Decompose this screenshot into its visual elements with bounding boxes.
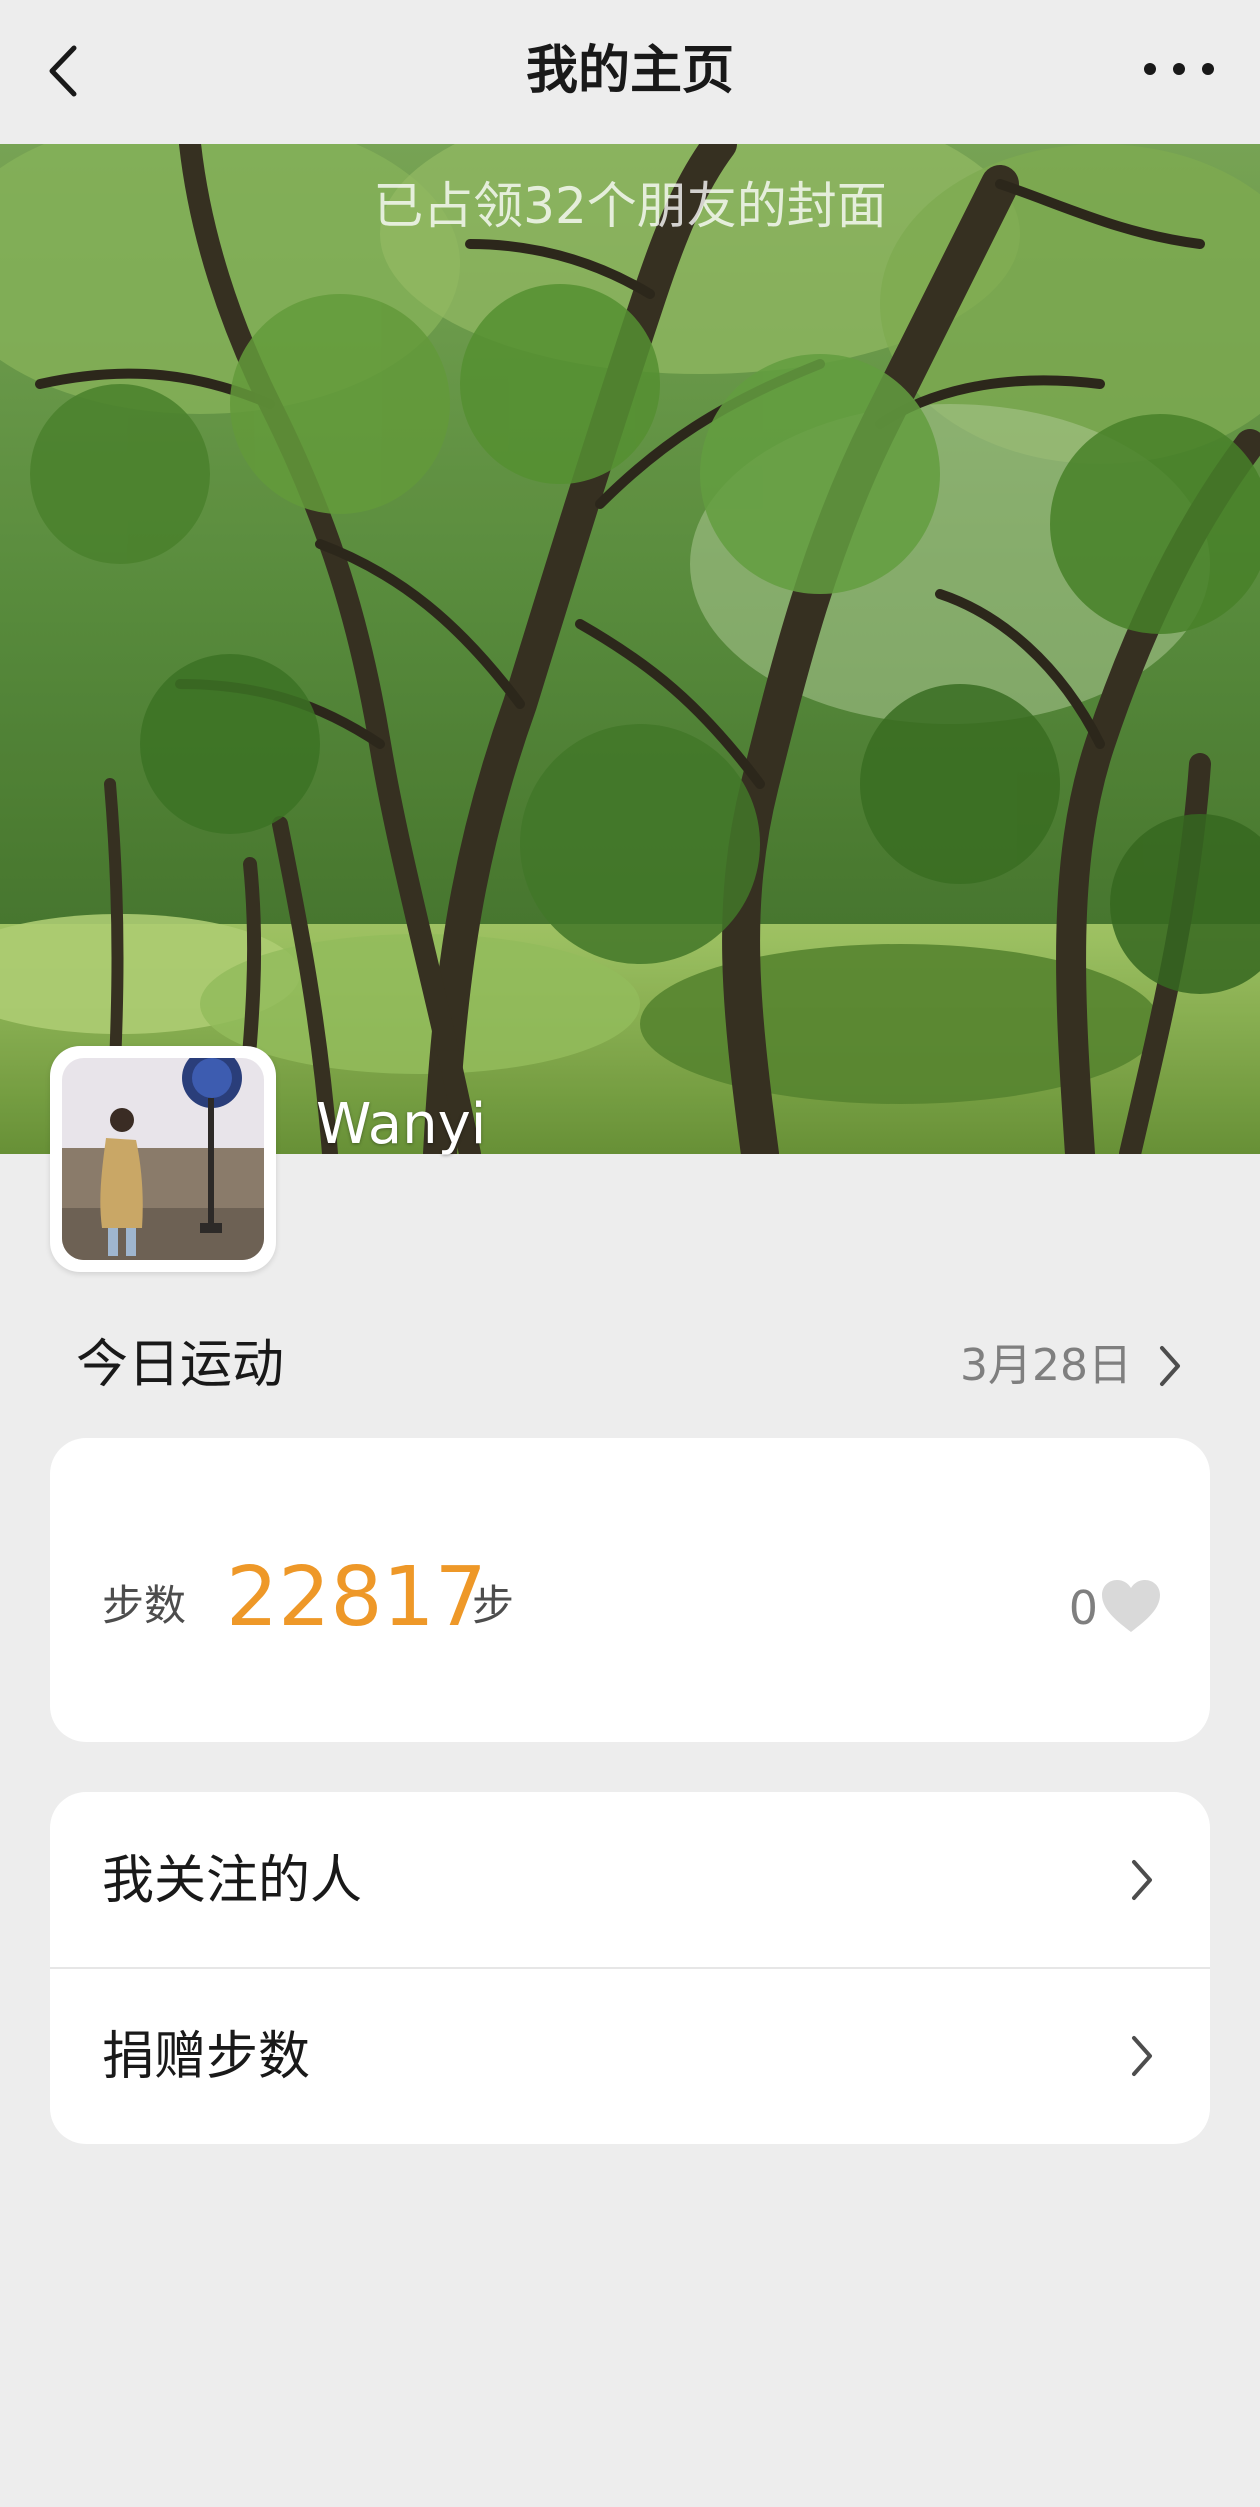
heart-icon[interactable]: [1100, 1578, 1162, 1634]
steps-unit: 步: [472, 1581, 515, 1630]
avatar-photo: [62, 1058, 264, 1260]
profile-page: 我的主页 已占领32个朋友的封面 Wanyi 今日运动 3月28日 步数 228…: [0, 0, 1260, 2507]
page-title: 我的主页: [525, 41, 734, 101]
chevron-right-icon: [1132, 2036, 1152, 2076]
menu-item-label: 我关注的人: [102, 1851, 363, 1911]
nav-bar: 我的主页: [0, 0, 1260, 144]
avatar[interactable]: [50, 1046, 276, 1272]
menu-item-donate-steps[interactable]: 捐赠步数: [50, 1968, 1210, 2144]
steps-card[interactable]: 步数 22817 步 0: [50, 1438, 1210, 1742]
date-label: 3月28日: [960, 1340, 1132, 1391]
cover-caption: 已占领32个朋友的封面: [373, 177, 887, 235]
more-dots-icon[interactable]: [1142, 54, 1216, 84]
username: Wanyi: [316, 1092, 487, 1157]
chevron-right-icon: [1132, 1860, 1152, 1900]
menu-item-following[interactable]: 我关注的人: [50, 1792, 1210, 1968]
menu-item-label: 捐赠步数: [102, 2027, 311, 2087]
section-title: 今日运动: [76, 1335, 285, 1395]
steps-value: 22817: [226, 1550, 487, 1645]
chevron-right-icon: [1160, 1346, 1180, 1386]
menu-card: 我关注的人 捐赠步数: [50, 1792, 1210, 2144]
steps-label: 步数: [102, 1581, 187, 1630]
today-exercise-header[interactable]: 今日运动 3月28日: [0, 1320, 1260, 1410]
cover-image[interactable]: [0, 144, 1260, 1154]
likes-count: 0: [1068, 1581, 1098, 1635]
